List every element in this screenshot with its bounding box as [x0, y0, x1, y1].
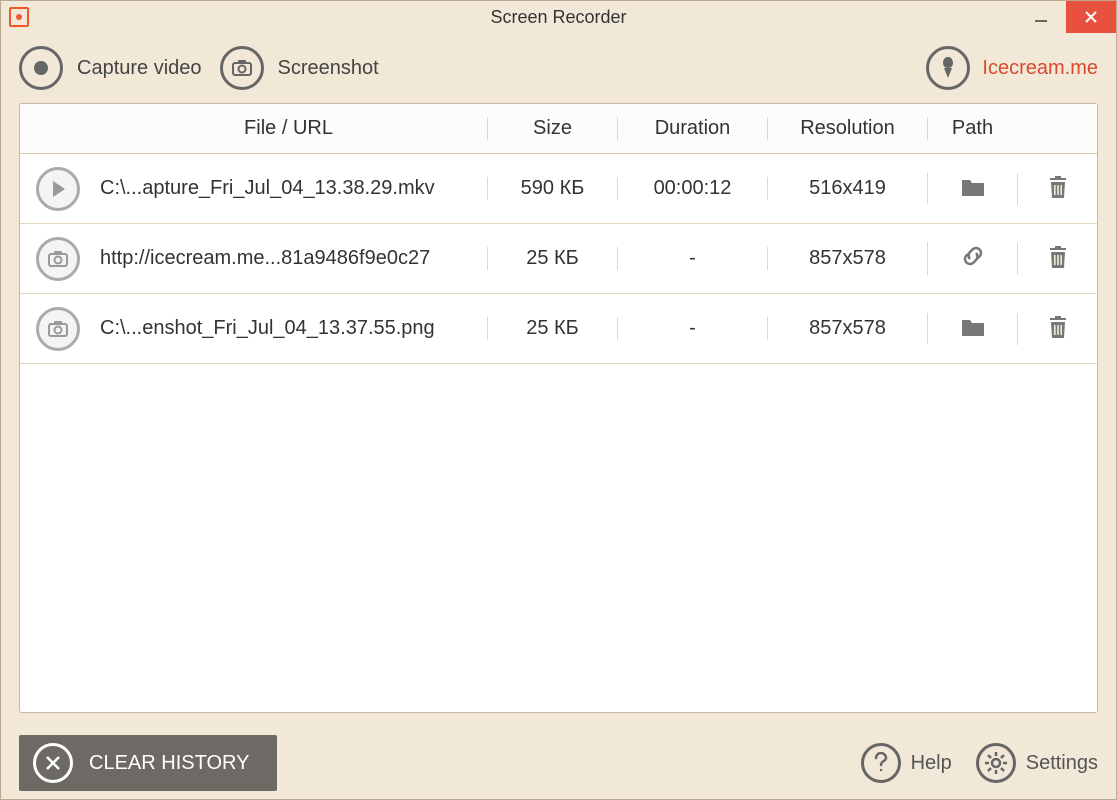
trash-icon: [1047, 175, 1069, 199]
camera-icon: [47, 320, 69, 338]
file-cell: C:\...enshot_Fri_Jul_04_13.37.55.png: [80, 317, 487, 340]
footer-right: Help Settings: [861, 743, 1098, 783]
close-button[interactable]: [1066, 1, 1116, 33]
screenshot-label: Screenshot: [278, 57, 379, 80]
column-header-size: Size: [487, 117, 617, 140]
help-button[interactable]: Help: [861, 743, 952, 783]
size-cell: 590 КБ: [487, 177, 617, 200]
resolution-cell: 857x578: [767, 247, 927, 270]
window-title: Screen Recorder: [1, 7, 1116, 28]
camera-icon: [220, 46, 264, 90]
preview-button[interactable]: [36, 237, 80, 281]
history-panel: File / URL Size Duration Resolution Path…: [19, 103, 1098, 713]
settings-button[interactable]: Settings: [976, 743, 1098, 783]
duration-cell: 00:00:12: [617, 177, 767, 200]
link-icon: [960, 243, 986, 269]
camera-icon: [47, 250, 69, 268]
help-label: Help: [911, 752, 952, 775]
duration-cell: -: [617, 247, 767, 270]
help-icon: [861, 743, 901, 783]
size-cell: 25 КБ: [487, 247, 617, 270]
column-header-duration: Duration: [617, 117, 767, 140]
titlebar: Screen Recorder: [1, 1, 1116, 33]
table-row: http://icecream.me...81a9486f9e0c27 25 К…: [20, 224, 1097, 294]
folder-button[interactable]: [959, 173, 987, 201]
capture-video-button[interactable]: Capture video: [19, 46, 202, 90]
path-cell: [927, 313, 1017, 344]
close-icon: [33, 743, 73, 783]
record-icon: [19, 46, 63, 90]
brand-label: Icecream.me: [982, 57, 1098, 80]
settings-label: Settings: [1026, 752, 1098, 775]
link-button[interactable]: [959, 242, 987, 270]
folder-icon: [960, 176, 986, 198]
column-header-path: Path: [927, 117, 1017, 140]
play-button[interactable]: [36, 167, 80, 211]
play-icon: [50, 180, 66, 198]
delete-button[interactable]: [1044, 313, 1072, 341]
path-cell: [927, 242, 1017, 275]
footer: CLEAR HISTORY Help Settings: [1, 727, 1116, 799]
screenshot-button[interactable]: Screenshot: [220, 46, 379, 90]
toolbar: Capture video Screenshot Icecream.me: [1, 33, 1116, 103]
brand-link[interactable]: Icecream.me: [926, 46, 1098, 90]
delete-cell: [1017, 243, 1097, 275]
minimize-button[interactable]: [1016, 1, 1066, 33]
table-row: C:\...enshot_Fri_Jul_04_13.37.55.png 25 …: [20, 294, 1097, 364]
folder-button[interactable]: [959, 313, 987, 341]
size-cell: 25 КБ: [487, 317, 617, 340]
window-controls: [1016, 1, 1116, 33]
app-window: Screen Recorder Capture video Screenshot: [0, 0, 1117, 800]
column-header-resolution: Resolution: [767, 117, 927, 140]
delete-cell: [1017, 313, 1097, 345]
folder-icon: [960, 316, 986, 338]
table-header: File / URL Size Duration Resolution Path: [20, 104, 1097, 154]
delete-button[interactable]: [1044, 243, 1072, 271]
resolution-cell: 516x419: [767, 177, 927, 200]
file-cell: http://icecream.me...81a9486f9e0c27: [80, 247, 487, 270]
duration-cell: -: [617, 317, 767, 340]
trash-icon: [1047, 245, 1069, 269]
resolution-cell: 857x578: [767, 317, 927, 340]
capture-video-label: Capture video: [77, 57, 202, 80]
file-cell: C:\...apture_Fri_Jul_04_13.38.29.mkv: [80, 177, 487, 200]
trash-icon: [1047, 315, 1069, 339]
preview-button[interactable]: [36, 307, 80, 351]
path-cell: [927, 173, 1017, 204]
delete-cell: [1017, 173, 1097, 205]
delete-button[interactable]: [1044, 173, 1072, 201]
app-icon: [9, 7, 29, 27]
close-icon: [1084, 10, 1098, 24]
table-row: C:\...apture_Fri_Jul_04_13.38.29.mkv 590…: [20, 154, 1097, 224]
column-header-file: File / URL: [20, 117, 487, 140]
gear-icon: [976, 743, 1016, 783]
clear-history-label: CLEAR HISTORY: [89, 752, 249, 775]
icecream-icon: [926, 46, 970, 90]
minimize-icon: [1034, 10, 1048, 24]
clear-history-button[interactable]: CLEAR HISTORY: [19, 735, 277, 791]
